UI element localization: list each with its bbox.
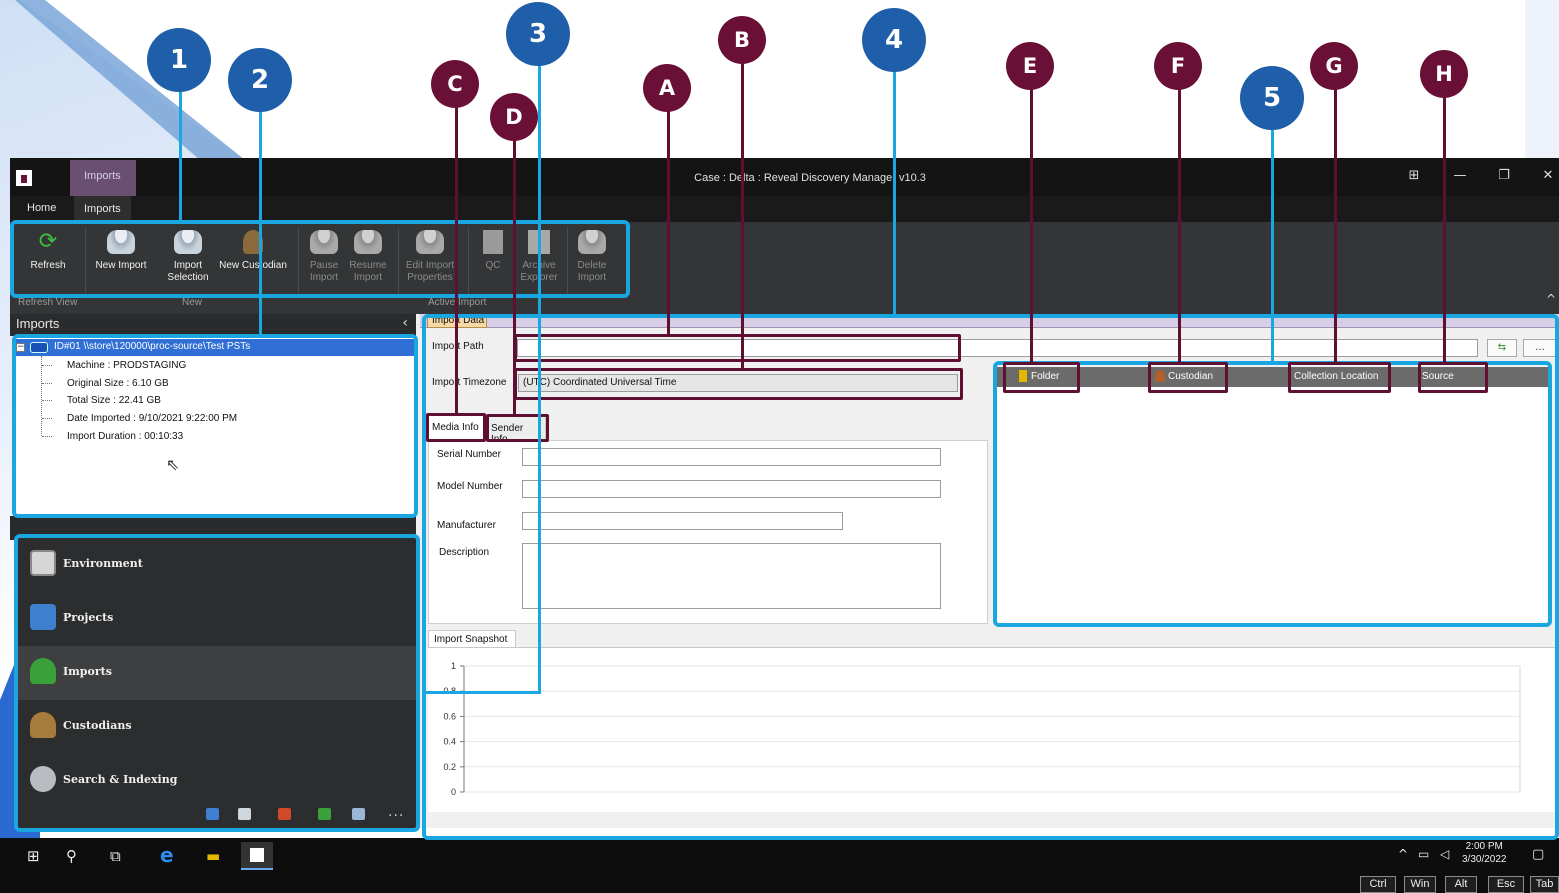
ribbon-tab-bar: Home Imports bbox=[10, 196, 1559, 222]
speaker-muted-icon[interactable]: ◁ bbox=[1440, 847, 1449, 861]
file-explorer-icon[interactable]: ▬ bbox=[206, 847, 220, 865]
callout-line-h bbox=[1443, 96, 1446, 362]
remote-key-bar: Ctrl Win Alt Esc Tab bbox=[0, 872, 1559, 893]
callout-line-2 bbox=[259, 92, 262, 334]
callout-badge-3: 3 bbox=[506, 2, 570, 66]
callout-line-d bbox=[513, 140, 516, 414]
chevron-up-tray-icon[interactable]: ^ bbox=[1398, 847, 1408, 861]
callout-box-a bbox=[514, 334, 961, 362]
callout-line-5 bbox=[1271, 130, 1274, 363]
callout-region-5 bbox=[993, 361, 1552, 627]
close-icon[interactable]: ✕ bbox=[1538, 168, 1558, 183]
taskbar-clock[interactable]: 2:00 PM 3/30/2022 bbox=[1462, 840, 1507, 866]
ctrl-key-button[interactable]: Ctrl bbox=[1360, 876, 1396, 893]
callout-box-e bbox=[1003, 362, 1080, 393]
callout-line-3-foot bbox=[424, 691, 541, 694]
imports-panel-title: Imports bbox=[16, 316, 60, 331]
layout-icon[interactable]: ⊞ bbox=[1404, 168, 1424, 183]
callout-badge-4: 4 bbox=[862, 8, 926, 72]
callout-line-b bbox=[741, 58, 744, 368]
collapse-ribbon-icon[interactable]: ^ bbox=[1546, 292, 1556, 306]
callout-badge-b: B bbox=[718, 16, 766, 64]
callout-box-c bbox=[426, 413, 486, 442]
callout-line-4 bbox=[893, 66, 896, 314]
tab-key-button[interactable]: Tab bbox=[1530, 876, 1559, 893]
callout-line-c bbox=[455, 106, 458, 414]
win-key-button[interactable]: Win bbox=[1404, 876, 1436, 893]
callout-badge-a: A bbox=[643, 64, 691, 112]
chevron-left-icon[interactable]: ‹ bbox=[402, 315, 408, 331]
notification-icon[interactable]: ▢ bbox=[1532, 847, 1544, 862]
ribbon-group-new: New bbox=[182, 297, 203, 308]
context-tab-imports: Imports bbox=[70, 160, 136, 196]
minimize-icon[interactable]: — bbox=[1450, 168, 1470, 183]
esc-key-button[interactable]: Esc bbox=[1488, 876, 1524, 893]
callout-badge-e: E bbox=[1006, 42, 1054, 90]
alt-key-button[interactable]: Alt bbox=[1445, 876, 1477, 893]
callout-box-f bbox=[1148, 362, 1228, 393]
restore-icon[interactable]: ❐ bbox=[1494, 168, 1514, 183]
window-title: Case : Delta : Reveal Discovery Manager … bbox=[694, 172, 926, 184]
tab-home[interactable]: Home bbox=[27, 202, 56, 214]
windows-taskbar: ⊞ ⚲ ⧉ e ▬ ^ ▭ ◁ 2:00 PM 3/30/2022 ▢ bbox=[0, 838, 1559, 872]
app-logo-icon bbox=[250, 848, 264, 862]
callout-badge-g: G bbox=[1310, 42, 1358, 90]
task-view-icon[interactable]: ⧉ bbox=[110, 847, 121, 865]
callout-badge-1: 1 bbox=[147, 28, 211, 92]
callout-badge-h: H bbox=[1420, 50, 1468, 98]
background-panel bbox=[1525, 0, 1559, 160]
callout-region-nav bbox=[14, 534, 420, 832]
search-taskbar-icon[interactable]: ⚲ bbox=[66, 847, 77, 865]
callout-line-3 bbox=[538, 58, 541, 694]
tab-imports[interactable]: Imports bbox=[74, 196, 131, 222]
windows-start-icon[interactable]: ⊞ bbox=[27, 847, 40, 865]
callout-region-1 bbox=[10, 220, 630, 298]
callout-box-b bbox=[514, 368, 963, 400]
callout-badge-2: 2 bbox=[228, 48, 292, 112]
callout-box-g bbox=[1288, 362, 1391, 393]
callout-box-h bbox=[1418, 362, 1488, 393]
app-logo-icon[interactable] bbox=[16, 170, 32, 186]
network-icon[interactable]: ▭ bbox=[1418, 847, 1429, 861]
callout-badge-c: C bbox=[431, 60, 479, 108]
callout-line-f bbox=[1178, 86, 1181, 362]
callout-line-e bbox=[1030, 86, 1033, 362]
reveal-app-taskbar-icon[interactable] bbox=[241, 842, 273, 870]
internet-explorer-icon[interactable]: e bbox=[160, 843, 174, 867]
callout-region-2 bbox=[12, 334, 418, 518]
callout-line-g bbox=[1334, 86, 1337, 362]
callout-badge-d: D bbox=[490, 93, 538, 141]
callout-badge-f: F bbox=[1154, 42, 1202, 90]
callout-badge-5: 5 bbox=[1240, 66, 1304, 130]
callout-line-a bbox=[667, 108, 670, 334]
ribbon-group-refresh-view: Refresh View bbox=[18, 297, 78, 308]
imports-panel-header: Imports ‹ bbox=[10, 314, 416, 336]
callout-line-1 bbox=[179, 76, 182, 222]
